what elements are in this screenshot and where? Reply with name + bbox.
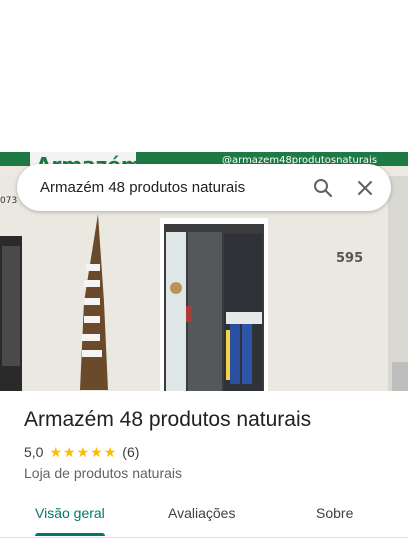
star-icon: ★ [103, 444, 117, 460]
search-bar[interactable]: Armazém 48 produtos naturais [17, 164, 391, 211]
active-tab-indicator [35, 533, 105, 536]
tab-reviews-label: Avaliações [168, 505, 236, 521]
star-icon: ★ [90, 444, 103, 460]
tab-divider [0, 537, 408, 538]
tab-bar: Visão geral Avaliações Sobre [0, 494, 408, 538]
tab-overview-label: Visão geral [35, 505, 105, 521]
tab-overview[interactable]: Visão geral [35, 494, 105, 536]
star-icon: ★ [76, 444, 90, 460]
tab-reviews[interactable]: Avaliações [168, 494, 235, 521]
review-count[interactable]: (6) [122, 444, 139, 460]
search-button[interactable] [307, 172, 339, 204]
rating-row[interactable]: 5,0 ★ ★ ★ ★ ★ (6) [24, 444, 139, 460]
phone-fragment: 073 [0, 196, 17, 206]
tab-about-label: Sobre [316, 505, 354, 521]
place-title: Armazém 48 produtos naturais [24, 408, 312, 431]
tab-about[interactable]: Sobre [316, 494, 353, 521]
search-icon [314, 178, 333, 197]
star-icon: ★ [49, 444, 63, 460]
star-icon: ★ [63, 444, 76, 460]
star-rating: ★ ★ ★ ★ ★ [49, 445, 117, 459]
house-number: 595 [336, 251, 363, 266]
blank-top-area [0, 0, 408, 152]
close-icon [358, 180, 372, 195]
search-input[interactable]: Armazém 48 produtos naturais [40, 179, 307, 196]
place-category[interactable]: Loja de produtos naturais [24, 465, 182, 481]
rating-value: 5,0 [24, 444, 44, 460]
close-button[interactable] [349, 172, 381, 204]
